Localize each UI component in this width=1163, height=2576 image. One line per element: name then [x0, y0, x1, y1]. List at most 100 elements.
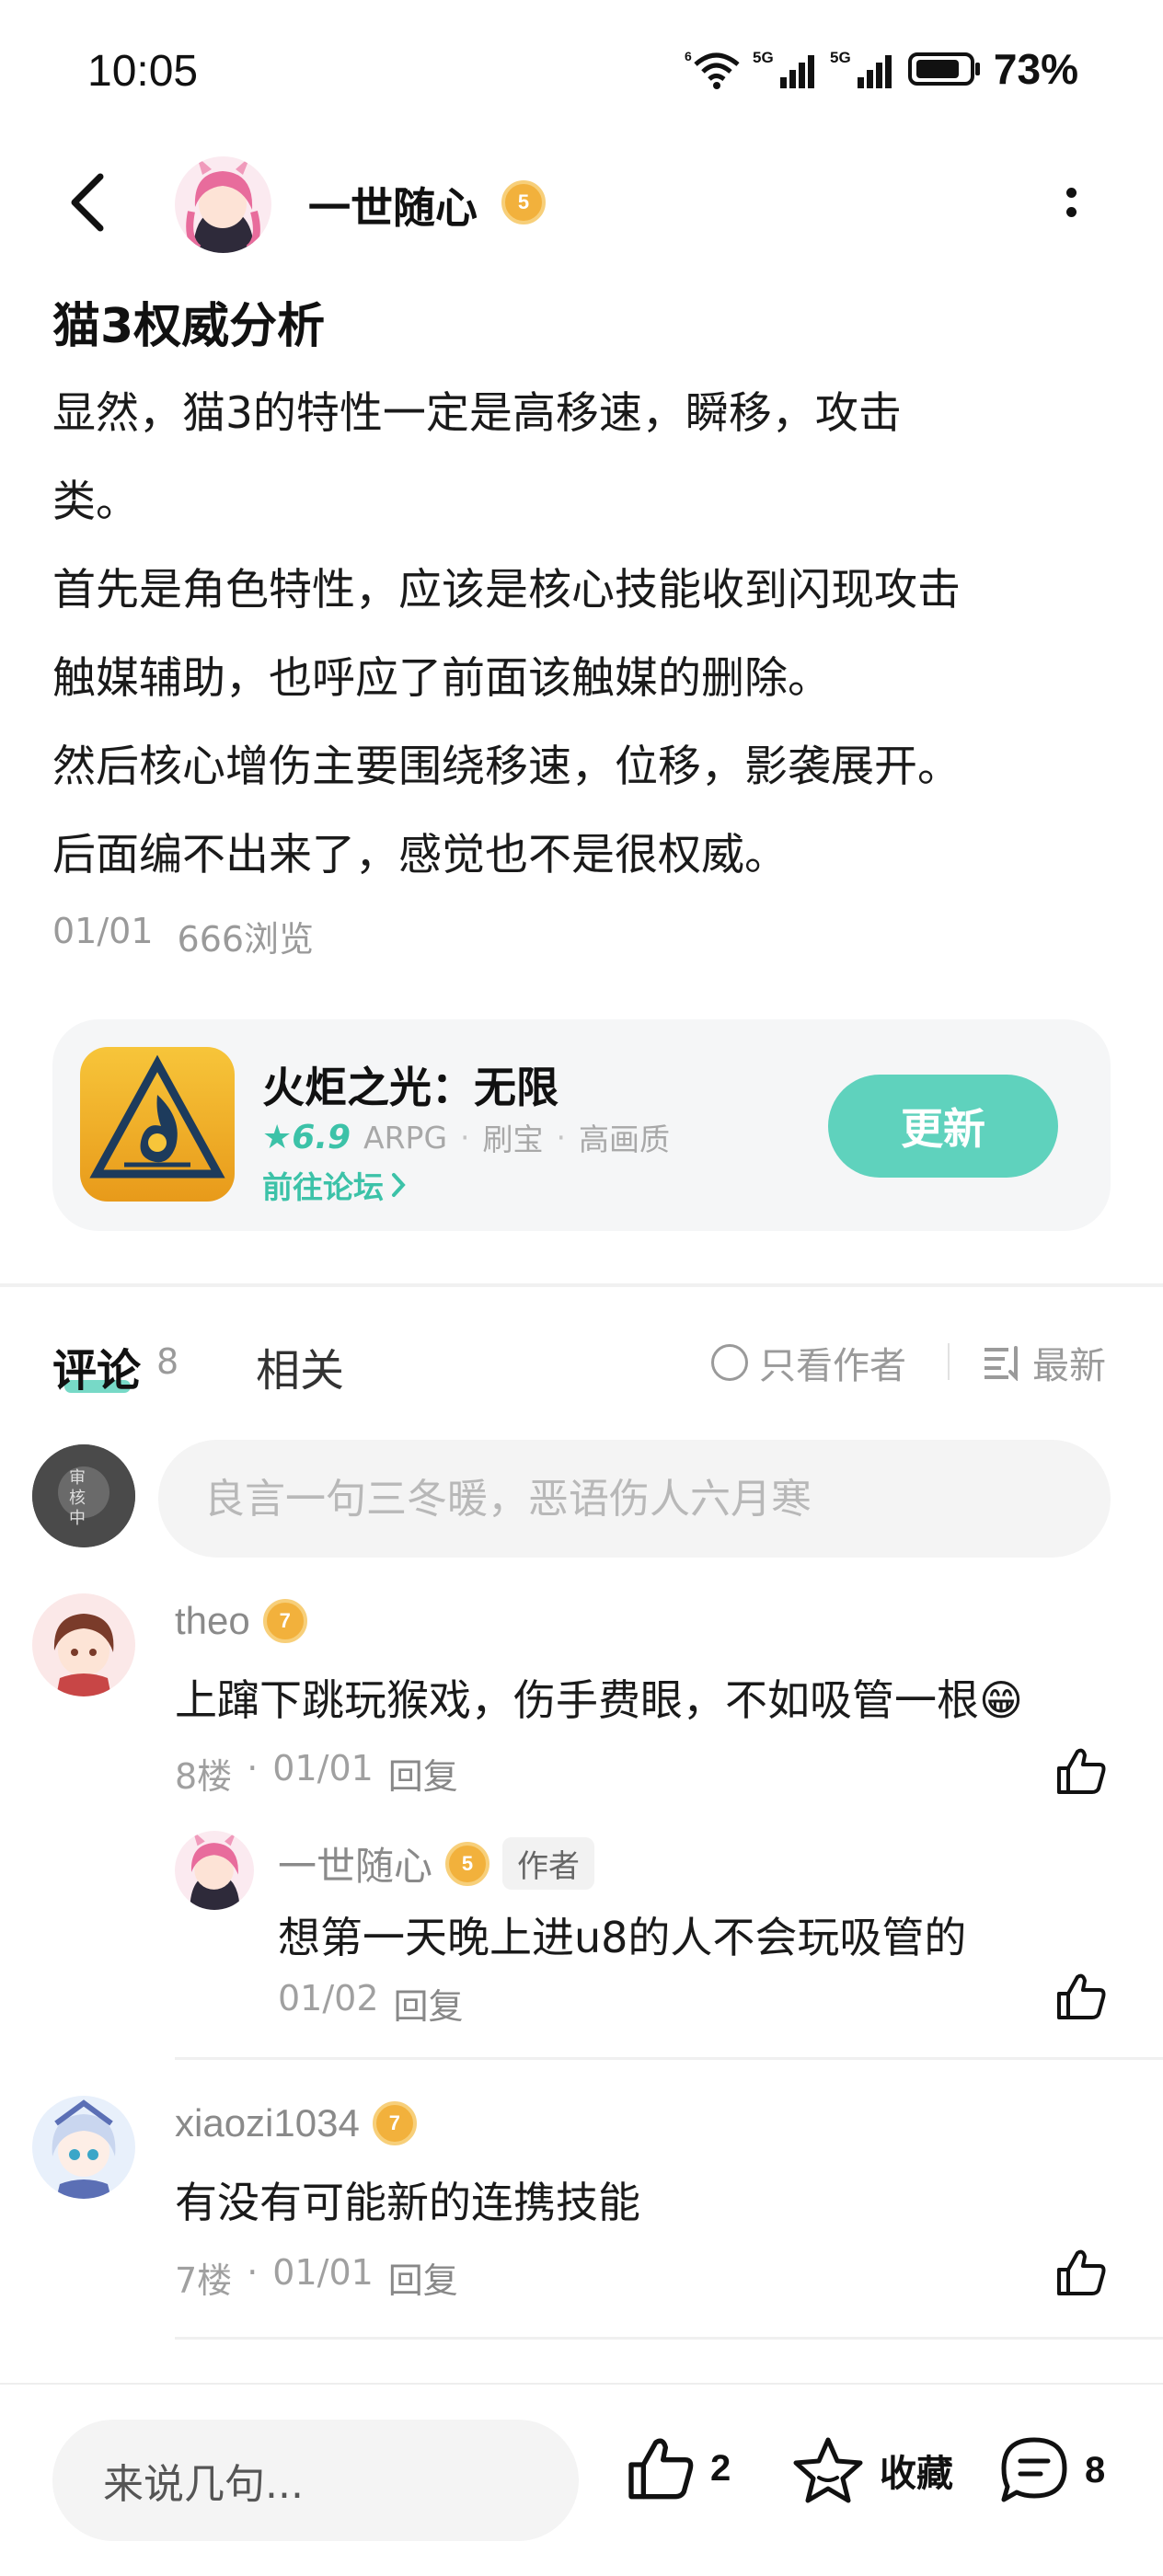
post-header: 一世随心 5	[0, 147, 1163, 258]
tab-comments[interactable]: 评论	[52, 1334, 141, 1398]
signal-5g-icon-2: 5G	[830, 49, 892, 88]
thumbs-up-icon	[1057, 2249, 1106, 2295]
author-name[interactable]: 一世随心	[308, 175, 478, 236]
status-icons: 6 5G 5G 73%	[685, 44, 1078, 94]
status-time: 10:05	[87, 47, 199, 96]
comment-divider	[175, 2337, 1163, 2340]
comment-meta: 7楼 · 01/01 回复	[175, 2252, 458, 2303]
comment-date: 01/01	[272, 1748, 374, 1788]
thumbs-up-icon	[1057, 1973, 1106, 2019]
commenter-avatar[interactable]	[32, 1593, 135, 1696]
sort-label: 最新	[1032, 1345, 1106, 1387]
tag-separator: ·	[556, 1119, 567, 1156]
post-meta: 01/01 666浏览	[52, 911, 314, 961]
post-line: 类。	[52, 477, 139, 527]
comments-count: 8	[156, 1341, 179, 1382]
thumbs-up-icon	[1057, 1748, 1106, 1794]
my-avatar: 审 核 中	[32, 1444, 135, 1547]
favorite-label: 收藏	[880, 2454, 953, 2494]
more-dot-icon	[1065, 207, 1077, 217]
chevron-right-icon	[392, 1173, 406, 1197]
like-count: 2	[710, 2447, 731, 2489]
game-tag: ARPG	[363, 1119, 448, 1156]
reply-meta: 01/02 回复	[278, 1978, 464, 2029]
signal-5g-icon: 5G	[753, 49, 814, 88]
comment-date: 01/01	[272, 2252, 374, 2293]
author-avatar[interactable]	[175, 156, 271, 253]
reply-button[interactable]: 回复	[394, 1978, 464, 2029]
reply-button[interactable]: 回复	[388, 1748, 458, 1799]
level-badge: 7	[262, 1599, 307, 1643]
tag-separator: ·	[460, 1119, 470, 1156]
only-author-toggle[interactable]: 只看作者	[711, 1336, 906, 1389]
comment-like-button[interactable]	[1049, 1739, 1113, 1803]
post-line: 首先是角色特性，应该是核心技能收到闪现攻击	[52, 565, 961, 615]
comment-floor: 8楼	[175, 1756, 233, 1797]
svg-text:核: 核	[69, 1489, 86, 1508]
svg-text:5G: 5G	[830, 49, 851, 66]
comment-count: 8	[1085, 2449, 1106, 2490]
battery-percent: 73%	[993, 45, 1078, 93]
svg-text:6: 6	[685, 49, 692, 63]
wifi-icon: 6	[685, 49, 740, 89]
more-options-button[interactable]	[1043, 170, 1099, 235]
comment-floor: 7楼	[175, 2260, 233, 2301]
post-line: 后面编不出来了，感觉也不是很权威。	[52, 830, 788, 880]
svg-text:5G: 5G	[753, 49, 774, 66]
game-icon	[80, 1047, 235, 1202]
back-arrow-icon	[71, 173, 104, 232]
only-author-label: 只看作者	[759, 1345, 906, 1387]
comment-meta: 8楼 · 01/01 回复	[175, 1748, 458, 1799]
sort-button[interactable]: 最新	[983, 1336, 1106, 1389]
comment-divider	[175, 2057, 1163, 2060]
status-bar: 10:05 6 5G 5G 73%	[0, 0, 1163, 138]
go-to-forum-link[interactable]: 前往论坛	[262, 1163, 408, 1207]
reply-avatar[interactable]	[175, 1831, 254, 1910]
reply-button[interactable]: 回复	[388, 2252, 458, 2303]
bottom-comment-input[interactable]: 来说几句...	[52, 2420, 579, 2541]
reply-user: 一世随心 5 作者	[278, 1835, 595, 1892]
favorite-button[interactable]: 收藏	[791, 2435, 953, 2505]
comment-input[interactable]	[158, 1440, 1111, 1558]
back-button[interactable]	[51, 166, 124, 239]
game-tag: 刷宝	[482, 1121, 544, 1157]
reply-text: 想第一天晚上进u8的人不会玩吸管的	[278, 1913, 967, 1962]
more-dot-icon	[1065, 188, 1077, 198]
game-score: ★6.9	[262, 1118, 351, 1156]
meta-separator: ·	[247, 1748, 259, 1788]
reply-date: 01/02	[278, 1978, 379, 2018]
post-line: 触媒辅助，也呼应了前面该触媒的删除。	[52, 653, 831, 704]
update-button[interactable]: 更新	[828, 1075, 1058, 1178]
bottom-action-bar: 来说几句... 2 收藏 8	[0, 2383, 1163, 2576]
post-body: 显然，猫3的特性一定是高移速，瞬移，攻击 类。 首先是角色特性，应该是核心技能收…	[52, 370, 1111, 900]
game-card[interactable]: 火炬之光：无限 ★6.9 ARPG · 刷宝 · 高画质 前往论坛 更新	[52, 1019, 1111, 1231]
comment-username[interactable]: xiaozi1034	[175, 2101, 360, 2145]
comment-user: theo 7	[175, 1599, 307, 1643]
svg-text:审: 审	[69, 1468, 86, 1488]
game-tag: 高画质	[579, 1121, 671, 1157]
reply-username[interactable]: 一世随心	[278, 1835, 432, 1892]
tab-related[interactable]: 相关	[256, 1334, 344, 1398]
like-post-button[interactable]: 2	[626, 2435, 731, 2501]
commenter-avatar[interactable]	[32, 2096, 135, 2199]
filter-divider	[948, 1343, 950, 1380]
forum-link-label: 前往论坛	[262, 1169, 384, 1205]
comment-like-button[interactable]	[1049, 2240, 1113, 2305]
game-name: 火炬之光：无限	[262, 1063, 558, 1112]
svg-text:中: 中	[69, 1509, 86, 1528]
thumbs-up-icon	[628, 2438, 694, 2500]
radio-icon	[711, 1344, 748, 1381]
level-badge: 5	[445, 1841, 490, 1886]
game-tags: ★6.9 ARPG · 刷宝 · 高画质	[262, 1115, 670, 1159]
comment-username[interactable]: theo	[175, 1599, 250, 1643]
chat-bubble-icon	[1001, 2437, 1067, 2502]
author-tag: 作者	[502, 1837, 595, 1890]
comments-button[interactable]: 8	[998, 2435, 1105, 2505]
reply-like-button[interactable]	[1049, 1964, 1113, 2029]
level-badge: 7	[372, 2101, 417, 2145]
meta-separator: ·	[247, 2252, 259, 2293]
section-divider	[0, 1283, 1163, 1287]
comment-text: 上蹿下跳玩猴戏，伤手费眼，不如吸管一根😁	[175, 1675, 1023, 1725]
post-line: 然后核心增伤主要围绕移速，位移，影袭展开。	[52, 742, 961, 792]
comment-user: xiaozi1034 7	[175, 2101, 417, 2145]
